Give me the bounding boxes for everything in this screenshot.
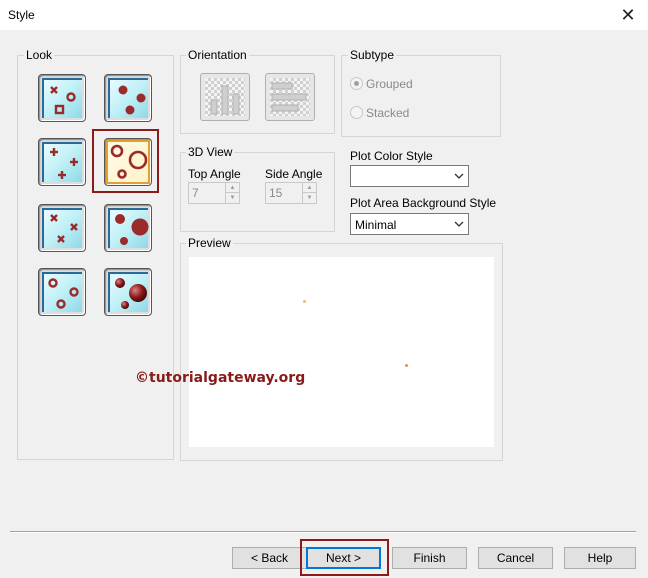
finish-button[interactable]: Finish (392, 547, 467, 569)
window-title: Style (8, 8, 35, 22)
cancel-button[interactable]: Cancel (478, 547, 553, 569)
top-angle-label: Top Angle (188, 167, 241, 181)
subtype-group (341, 55, 501, 137)
orientation-label: Orientation (186, 48, 249, 62)
chevron-down-icon (454, 221, 464, 227)
plot-color-style-select[interactable] (350, 165, 469, 187)
title-bar: Style ✕ (0, 0, 648, 30)
divider (10, 531, 636, 533)
horizontal-bars-button[interactable] (265, 73, 315, 121)
side-angle-spinner[interactable]: 15 ▲ ▼ (265, 182, 317, 204)
help-button[interactable]: Help (564, 547, 636, 569)
spin-down-icon[interactable]: ▼ (226, 193, 239, 203)
side-angle-label: Side Angle (265, 167, 323, 181)
look-style-scatter-x[interactable] (38, 204, 86, 252)
look-style-bubble-filled[interactable] (104, 204, 152, 252)
top-angle-value: 7 (192, 186, 199, 200)
top-angle-spinner[interactable]: 7 ▲ ▼ (188, 182, 240, 204)
grouped-label: Grouped (366, 77, 413, 91)
plot-area-bg-select[interactable]: Minimal (350, 213, 469, 235)
horizontal-bars-icon (271, 82, 307, 112)
spin-up-icon[interactable]: ▲ (303, 183, 316, 193)
vertical-bars-button[interactable] (200, 73, 250, 121)
preview-area (189, 257, 494, 447)
spin-up-icon[interactable]: ▲ (226, 183, 239, 193)
3d-view-label: 3D View (186, 145, 235, 159)
next-button-highlight (300, 539, 389, 576)
vertical-bars-icon (210, 85, 240, 115)
look-label: Look (24, 48, 55, 62)
stacked-radio[interactable] (350, 106, 363, 119)
grouped-radio[interactable] (350, 77, 363, 90)
watermark-text: ©tutorialgateway.org (135, 370, 306, 386)
look-style-bubble-3d-spheres[interactable] (104, 268, 152, 316)
spin-down-icon[interactable]: ▼ (303, 193, 316, 203)
stacked-label: Stacked (366, 106, 410, 120)
look-style-scatter-rings[interactable] (38, 268, 86, 316)
plot-area-bg-label: Plot Area Background Style (350, 196, 497, 210)
preview-point (405, 364, 408, 367)
preview-point (303, 300, 306, 303)
chevron-down-icon (454, 173, 464, 179)
back-button[interactable]: < Back (232, 547, 307, 569)
side-angle-value: 15 (269, 186, 283, 200)
subtype-label: Subtype (348, 48, 397, 62)
preview-label: Preview (186, 236, 233, 250)
selected-look-highlight (92, 129, 159, 193)
plot-color-style-label: Plot Color Style (350, 149, 433, 163)
look-style-scatter-plus[interactable] (38, 138, 86, 186)
plot-area-bg-value: Minimal (355, 218, 397, 232)
look-style-scatter-x-square-circle[interactable] (38, 74, 86, 122)
close-icon[interactable]: ✕ (616, 4, 640, 26)
look-style-scatter-filled-dots[interactable] (104, 74, 152, 122)
